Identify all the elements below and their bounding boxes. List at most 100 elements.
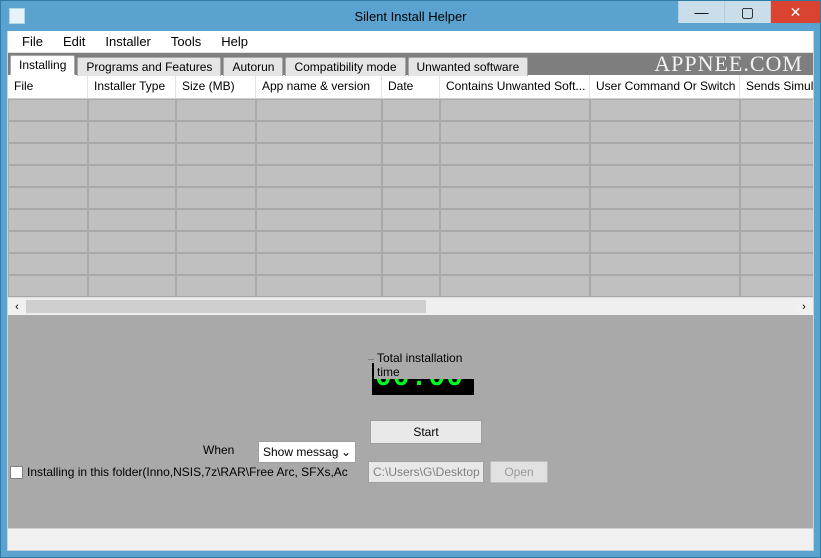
table-cell: [9, 144, 87, 164]
table-cell: [257, 144, 381, 164]
tab-installing[interactable]: Installing: [10, 55, 75, 75]
table-cell: [257, 188, 381, 208]
window: Silent Install Helper — ▢ ✕ File Edit In…: [0, 0, 821, 558]
table-cell: [9, 210, 87, 230]
tab-programs-features[interactable]: Programs and Features: [77, 57, 221, 76]
table-cell: [441, 210, 589, 230]
column-header[interactable]: Size (MB): [176, 75, 256, 98]
table-cell: [89, 144, 175, 164]
maximize-button[interactable]: ▢: [724, 1, 770, 23]
table-cell: [741, 100, 813, 120]
install-folder-checkbox[interactable]: [10, 466, 23, 479]
table-row[interactable]: [8, 209, 813, 231]
table-cell: [441, 166, 589, 186]
titlebar[interactable]: Silent Install Helper — ▢ ✕: [1, 1, 820, 31]
tab-unwanted[interactable]: Unwanted software: [408, 57, 529, 76]
table-cell: [741, 122, 813, 142]
install-folder-label: Installing in this folder(Inno,NSIS,7z\R…: [27, 465, 348, 479]
table-cell: [257, 232, 381, 252]
open-button[interactable]: Open: [490, 461, 548, 483]
table-cell: [383, 122, 439, 142]
start-button[interactable]: Start: [370, 420, 482, 444]
table-row[interactable]: [8, 143, 813, 165]
minimize-button[interactable]: —: [678, 1, 724, 23]
table-cell: [383, 188, 439, 208]
table-cell: [177, 166, 255, 186]
table-cell: [383, 276, 439, 296]
column-header[interactable]: App name & version: [256, 75, 382, 98]
table-cell: [441, 100, 589, 120]
column-header[interactable]: Date: [382, 75, 440, 98]
when-select[interactable]: Show messag ⌄: [258, 441, 356, 463]
table-cell: [741, 144, 813, 164]
table-cell: [591, 166, 739, 186]
horizontal-scrollbar[interactable]: ‹ ›: [8, 297, 813, 315]
timer-group: Total installation time 00:00: [368, 359, 486, 395]
table-row[interactable]: [8, 231, 813, 253]
table-cell: [441, 254, 589, 274]
client-area: File Edit Installer Tools Help Installin…: [7, 31, 814, 551]
table-cell: [383, 210, 439, 230]
menu-file[interactable]: File: [12, 32, 53, 51]
menu-help[interactable]: Help: [211, 32, 258, 51]
table-cell: [591, 210, 739, 230]
table-cell: [177, 210, 255, 230]
table-cell: [591, 254, 739, 274]
column-header[interactable]: File: [8, 75, 88, 98]
table-cell: [741, 210, 813, 230]
table-cell: [257, 254, 381, 274]
window-controls: — ▢ ✕: [678, 1, 820, 23]
table-cell: [441, 232, 589, 252]
table-cell: [591, 100, 739, 120]
table-row[interactable]: [8, 187, 813, 209]
column-header[interactable]: Contains Unwanted Soft...: [440, 75, 590, 98]
table-cell: [383, 144, 439, 164]
table-cell: [177, 144, 255, 164]
menu-installer[interactable]: Installer: [95, 32, 161, 51]
close-button[interactable]: ✕: [770, 1, 820, 23]
table-cell: [741, 254, 813, 274]
tabstrip: Installing Programs and Features Autorun…: [8, 53, 813, 75]
table-row[interactable]: [8, 121, 813, 143]
scroll-track[interactable]: [26, 298, 795, 315]
when-select-value: Show messag: [263, 445, 338, 459]
scroll-right-arrow[interactable]: ›: [795, 298, 813, 315]
column-header[interactable]: Installer Type: [88, 75, 176, 98]
table-cell: [591, 232, 739, 252]
menu-tools[interactable]: Tools: [161, 32, 211, 51]
table-body[interactable]: [8, 99, 813, 297]
statusbar: [8, 528, 813, 550]
table-cell: [741, 166, 813, 186]
table-cell: [9, 188, 87, 208]
table-cell: [441, 276, 589, 296]
install-folder-row: Installing in this folder(Inno,NSIS,7z\R…: [10, 465, 348, 479]
column-header[interactable]: Sends Simula: [740, 75, 813, 98]
tab-autorun[interactable]: Autorun: [223, 57, 283, 76]
table-cell: [257, 122, 381, 142]
table-cell: [383, 254, 439, 274]
table-row[interactable]: [8, 275, 813, 297]
tab-compatibility[interactable]: Compatibility mode: [285, 57, 405, 76]
table-cell: [383, 232, 439, 252]
column-header[interactable]: User Command Or Switch: [590, 75, 740, 98]
table-cell: [89, 122, 175, 142]
table-cell: [257, 276, 381, 296]
table-row[interactable]: [8, 165, 813, 187]
table-cell: [177, 100, 255, 120]
table-cell: [89, 254, 175, 274]
bottom-panel: Total installation time 00:00 Start When…: [8, 315, 813, 550]
scroll-left-arrow[interactable]: ‹: [8, 298, 26, 315]
table-cell: [441, 122, 589, 142]
table-cell: [177, 276, 255, 296]
table-cell: [177, 122, 255, 142]
table-row[interactable]: [8, 99, 813, 121]
path-input[interactable]: C:\Users\G\Desktop: [368, 461, 484, 483]
table-cell: [257, 166, 381, 186]
table-cell: [383, 100, 439, 120]
scroll-thumb[interactable]: [26, 300, 426, 313]
menubar: File Edit Installer Tools Help: [8, 31, 813, 53]
menu-edit[interactable]: Edit: [53, 32, 95, 51]
table-cell: [441, 188, 589, 208]
table-row[interactable]: [8, 253, 813, 275]
table-cell: [591, 122, 739, 142]
